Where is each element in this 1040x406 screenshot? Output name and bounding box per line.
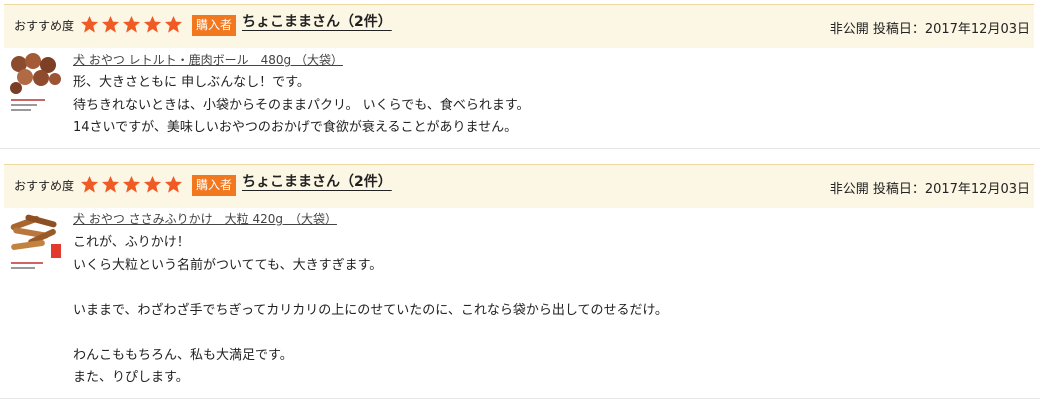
star-icon (80, 15, 99, 33)
review-text-line: いくら大粒という名前がついてても、大きすぎます。 (73, 257, 383, 273)
star-rating (80, 175, 183, 194)
review-item: おすすめ度 購入者 ちょこままさん（2件） 非公開 投稿日：2017年12月03… (0, 0, 1040, 152)
review-item: おすすめ度 購入者 ちょこままさん（2件） 非公開 投稿日：2017年12月03… (0, 152, 1040, 406)
star-rating (80, 15, 183, 34)
recommendation-label: おすすめ度 (14, 179, 75, 193)
star-icon (164, 15, 183, 33)
product-thumbnail[interactable] (7, 52, 63, 118)
star-icon (101, 175, 120, 193)
review-header: おすすめ度 購入者 ちょこままさん（2件） 非公開 投稿日：2017年12月03… (4, 4, 1034, 48)
product-thumbnail[interactable] (7, 214, 63, 280)
star-icon (143, 175, 162, 193)
star-icon (122, 15, 141, 33)
review-text-line: わんこももちろん、私も大満足です。 (73, 347, 293, 363)
product-link[interactable]: 犬 おやつ レトルト・鹿肉ボール 480g （大袋） (73, 51, 343, 68)
review-text-line (73, 322, 668, 345)
recommendation-label: おすすめ度 (14, 19, 75, 33)
post-meta: 非公開 投稿日：2017年12月03日 (829, 22, 1030, 37)
star-icon (122, 175, 141, 193)
reviewer-link[interactable]: ちょこままさん（2件） (242, 11, 404, 31)
review-text-line: 待ちきれないときは、小袋からそのままパクリ。 いくらでも、食べられます。 (73, 97, 530, 113)
review-body: 形、大きさともに 申しぶんなし！です。 待ちきれないときは、小袋からそのままパク… (73, 72, 530, 140)
reviewer-link[interactable]: ちょこままさん（2件） (242, 171, 404, 191)
review-text-line (73, 277, 668, 300)
purchaser-badge: 購入者 (192, 15, 237, 36)
review-text-line: また、りぴします。 (73, 370, 189, 385)
star-icon (164, 175, 183, 193)
divider (0, 148, 1040, 149)
product-link[interactable]: 犬 おやつ ささみふりかけ 大粒 420g （大袋） (73, 210, 337, 227)
review-header: おすすめ度 購入者 ちょこままさん（2件） 非公開 投稿日：2017年12月03… (4, 164, 1034, 208)
post-meta: 非公開 投稿日：2017年12月03日 (829, 182, 1030, 197)
review-text-line: これが、ふりかけ！ (73, 235, 190, 250)
star-icon (101, 15, 120, 33)
divider (0, 398, 1040, 399)
review-text-line: 形、大きさともに 申しぶんなし！です。 (73, 75, 310, 90)
review-text-line: いままで、わざわざ手でちぎってカリカリの上にのせていたのに、これなら袋から出して… (73, 302, 668, 318)
review-body: これが、ふりかけ！ いくら大粒という名前がついてても、大きすぎます。 いままで、… (73, 232, 668, 390)
star-icon (80, 175, 99, 193)
purchaser-badge: 購入者 (192, 175, 237, 196)
review-text-line: 14さいですが、美味しいおやつのおかげで食欲が衰えることがありません。 (73, 120, 518, 135)
star-icon (143, 15, 162, 33)
